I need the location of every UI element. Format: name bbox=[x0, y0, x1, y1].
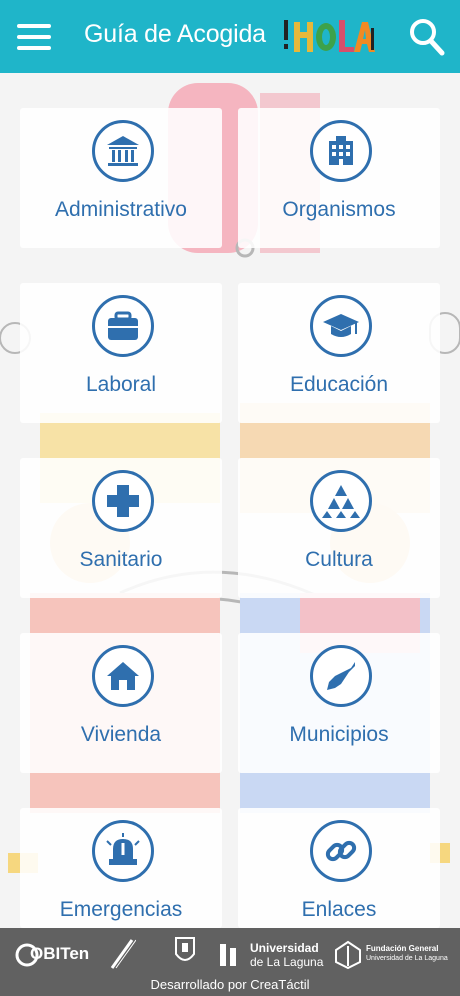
tile-organismos[interactable]: Organismos bbox=[238, 108, 440, 248]
tile-emergencias[interactable]: Emergencias bbox=[20, 808, 222, 928]
hamburger-menu-icon[interactable] bbox=[17, 22, 51, 52]
tile-enlaces[interactable]: Enlaces bbox=[238, 808, 440, 928]
hola-logo bbox=[284, 20, 375, 52]
tile-vivienda[interactable]: Vivienda bbox=[20, 633, 222, 773]
tile-label: Municipios bbox=[289, 723, 389, 746]
universidad-la-laguna-logo: Universidad de La Laguna bbox=[216, 938, 326, 974]
tile-label: Laboral bbox=[85, 373, 157, 396]
tile-label: Sanitario bbox=[79, 548, 163, 571]
tile-label: Educación bbox=[289, 373, 389, 396]
link-icon bbox=[310, 820, 372, 882]
tile-label: Vivienda bbox=[80, 723, 162, 746]
tile-label: Administrativo bbox=[55, 198, 187, 221]
tile-laboral[interactable]: Laboral bbox=[20, 283, 222, 423]
top-bar: Guía de Acogida bbox=[0, 0, 460, 73]
credits-text: Desarrollado por CreaTáctil bbox=[150, 977, 310, 992]
tile-sanitario[interactable]: Sanitario bbox=[20, 458, 222, 598]
house-icon bbox=[92, 645, 154, 707]
fundacion-general-logo: Fundación General Universidad de La Lagu… bbox=[334, 938, 454, 974]
tile-municipios[interactable]: Municipios bbox=[238, 633, 440, 773]
tile-label: Organismos bbox=[282, 198, 396, 221]
tile-cultura[interactable]: Cultura bbox=[238, 458, 440, 598]
graduation-cap-icon bbox=[310, 295, 372, 357]
search-icon[interactable] bbox=[409, 18, 445, 56]
island-map-icon bbox=[310, 645, 372, 707]
partner-logo-2 bbox=[108, 934, 137, 974]
siren-icon bbox=[92, 820, 154, 882]
app-title: Guía de Acogida bbox=[84, 20, 266, 48]
bank-icon bbox=[92, 120, 154, 182]
tile-label: Cultura bbox=[305, 548, 373, 571]
cabildo-shield-logo bbox=[174, 934, 196, 968]
buildings-icon bbox=[310, 120, 372, 182]
briefcase-icon bbox=[92, 295, 154, 357]
tile-administrativo[interactable]: Administrativo bbox=[20, 108, 222, 248]
pyramid-icon bbox=[310, 470, 372, 532]
obiten-logo: OBITen bbox=[14, 938, 96, 978]
medical-cross-icon bbox=[92, 470, 154, 532]
tile-label: Enlaces bbox=[301, 898, 377, 921]
tile-label: Emergencias bbox=[59, 898, 183, 921]
tile-educacion[interactable]: Educación bbox=[238, 283, 440, 423]
